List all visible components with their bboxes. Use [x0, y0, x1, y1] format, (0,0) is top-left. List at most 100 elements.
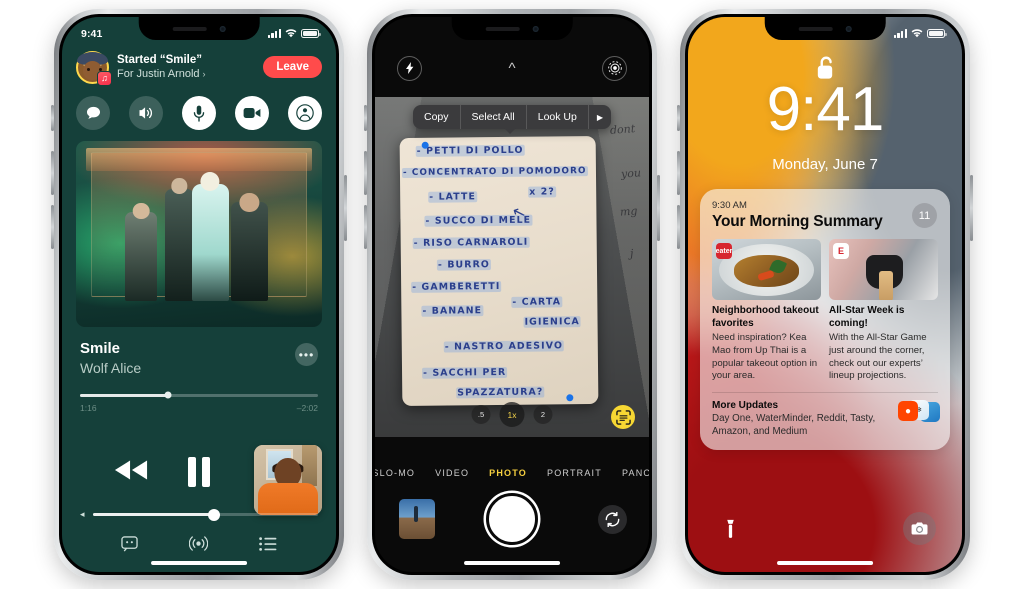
camera-mode-photo[interactable]: PHOTO: [489, 468, 527, 478]
card-body: With the All-Star Game just around the c…: [829, 332, 927, 382]
airplay-icon[interactable]: [188, 535, 209, 558]
flashlight-icon[interactable]: [714, 512, 747, 545]
transport-controls: [62, 442, 336, 515]
menu-overflow-arrow-icon[interactable]: ▶: [589, 105, 611, 129]
bottom-nav: [62, 535, 336, 558]
shareplay-subtitle[interactable]: For Justin Arnold ›: [117, 67, 255, 81]
battery-icon: [927, 29, 947, 38]
note-line: - RISO CARNAROLI: [412, 236, 530, 249]
menu-item-copy[interactable]: Copy: [413, 105, 461, 129]
handwritten-note[interactable]: - PETTI DI POLLO - CONCENTRATO DI POMODO…: [399, 135, 599, 407]
power-button[interactable]: [657, 175, 660, 241]
camera-flip-icon[interactable]: [598, 505, 627, 534]
pause-icon[interactable]: [188, 457, 210, 487]
note-line: - SACCHI PER: [422, 366, 508, 379]
volume-slider[interactable]: ◂: [80, 508, 318, 521]
camera-mode-slo-mo[interactable]: SLO-MO: [375, 468, 415, 478]
queue-list-icon[interactable]: [258, 537, 277, 556]
phone2-screen: ^ dont you mg j ll - PETTI DI POLLO: [375, 17, 649, 572]
volume-up-button[interactable]: [677, 151, 680, 195]
volume-up-button[interactable]: [51, 151, 54, 195]
photo-thumbnail[interactable]: [399, 499, 435, 539]
home-indicator[interactable]: [777, 560, 873, 565]
card-title: All-Star Week is coming!: [829, 305, 905, 329]
cellular-bars-icon: [893, 29, 907, 38]
video-camera-icon[interactable]: [235, 96, 269, 130]
more-updates-title: More Updates: [712, 400, 779, 411]
chevron-up-icon[interactable]: ^: [500, 56, 525, 81]
more-updates-row[interactable]: More Updates Day One, WaterMinder, Reddi…: [712, 400, 940, 438]
track-meta: Smile Wolf Alice: [80, 340, 141, 377]
lock-screen-time: 9:41: [766, 75, 885, 144]
volume-down-button[interactable]: [364, 205, 367, 249]
flash-icon[interactable]: [397, 55, 422, 81]
shareplay-title: Started “Smile”: [117, 53, 202, 66]
more-options-button[interactable]: •••: [295, 343, 318, 366]
notch: [451, 17, 573, 40]
artwork-head: [200, 172, 220, 192]
microphone-icon[interactable]: [182, 96, 216, 130]
facetime-pip[interactable]: [254, 445, 322, 515]
chat-bubble-icon[interactable]: [76, 96, 110, 130]
shutter-button[interactable]: [486, 493, 538, 545]
note-line: - NASTRO ADESIVO: [443, 340, 565, 353]
cellular-bars-icon: [267, 29, 281, 38]
menu-item-look-up[interactable]: Look Up: [527, 105, 589, 129]
volume-down-button[interactable]: [51, 205, 54, 249]
zoom-button-2x[interactable]: 2: [533, 405, 553, 424]
shareplay-icon[interactable]: [288, 96, 322, 130]
camera-mode-selector: SLO-MO VIDEO PHOTO PORTRAIT PANO: [375, 461, 649, 485]
shareplay-controls: [76, 96, 322, 130]
live-text-icon[interactable]: [611, 405, 635, 429]
shareplay-banner[interactable]: ♫ Started “Smile” For Justin Arnold › Le…: [76, 47, 322, 87]
list-item[interactable]: eater Neighborhood takeout favorites Nee…: [712, 239, 821, 383]
earpiece-speaker: [172, 26, 207, 31]
list-item[interactable]: E All-Star Week is coming! With the All-…: [829, 239, 938, 383]
live-photo-icon[interactable]: [602, 55, 627, 81]
screenshot-stage: 9:41 ♫ Started “Smile” For Justin Arnold…: [0, 0, 1024, 589]
more-updates-app-icons: ❄ ●: [898, 400, 940, 422]
notification-cards: eater Neighborhood takeout favorites Nee…: [712, 239, 938, 383]
camera-viewfinder[interactable]: dont you mg j ll - PETTI DI POLLO - CONC…: [375, 97, 649, 437]
scrubber-knob[interactable]: [164, 391, 172, 399]
home-indicator[interactable]: [151, 560, 247, 565]
volume-knob[interactable]: [208, 508, 221, 521]
baseball-photo: E: [829, 239, 938, 300]
status-indicators: [893, 29, 947, 38]
mute-switch[interactable]: [51, 105, 54, 131]
note-line: - SUCCO DI MELE: [424, 214, 533, 227]
leave-button[interactable]: Leave: [263, 56, 322, 78]
album-artwork[interactable]: [76, 141, 322, 327]
volume-down-button[interactable]: [677, 205, 680, 249]
menu-item-select-all[interactable]: Select All: [461, 105, 527, 129]
playback-scrubber[interactable]: [80, 391, 318, 399]
zoom-button-1x[interactable]: 1x: [499, 402, 525, 427]
selection-end-handle[interactable]: [566, 394, 574, 402]
mute-switch[interactable]: [364, 105, 367, 131]
lyrics-icon[interactable]: [121, 536, 139, 557]
volume-up-button[interactable]: [364, 151, 367, 195]
home-indicator[interactable]: [464, 560, 560, 565]
camera-icon[interactable]: [903, 512, 936, 545]
camera-mode-pano[interactable]: PANO: [622, 468, 649, 478]
artwork-head: [171, 178, 187, 194]
selection-start-handle[interactable]: [421, 141, 429, 149]
reddit-icon: ●: [898, 401, 918, 421]
notch: [764, 17, 886, 40]
phone-shareplay-music: 9:41 ♫ Started “Smile” For Justin Arnold…: [51, 9, 347, 580]
artwork-figure: [230, 192, 268, 301]
rewind-icon[interactable]: [114, 459, 148, 486]
camera-mode-video[interactable]: VIDEO: [435, 468, 469, 478]
camera-mode-portrait[interactable]: PORTRAIT: [547, 468, 602, 478]
lock-screen-date: Monday, June 7: [772, 156, 878, 173]
track-artist: Wolf Alice: [80, 359, 142, 376]
volume-track[interactable]: [92, 508, 318, 521]
power-button[interactable]: [344, 175, 347, 241]
mute-switch[interactable]: [677, 105, 680, 131]
phone-lock-screen: 9:41 Monday, June 7 11 9:30 AM Your Morn…: [677, 9, 973, 580]
power-button[interactable]: [970, 175, 973, 241]
notification-summary-card[interactable]: 11 9:30 AM Your Morning Summary eater Ne…: [700, 189, 950, 451]
food-photo: eater: [712, 239, 821, 300]
zoom-button-0.5x[interactable]: .5: [471, 405, 491, 424]
speaker-icon[interactable]: [129, 96, 163, 130]
